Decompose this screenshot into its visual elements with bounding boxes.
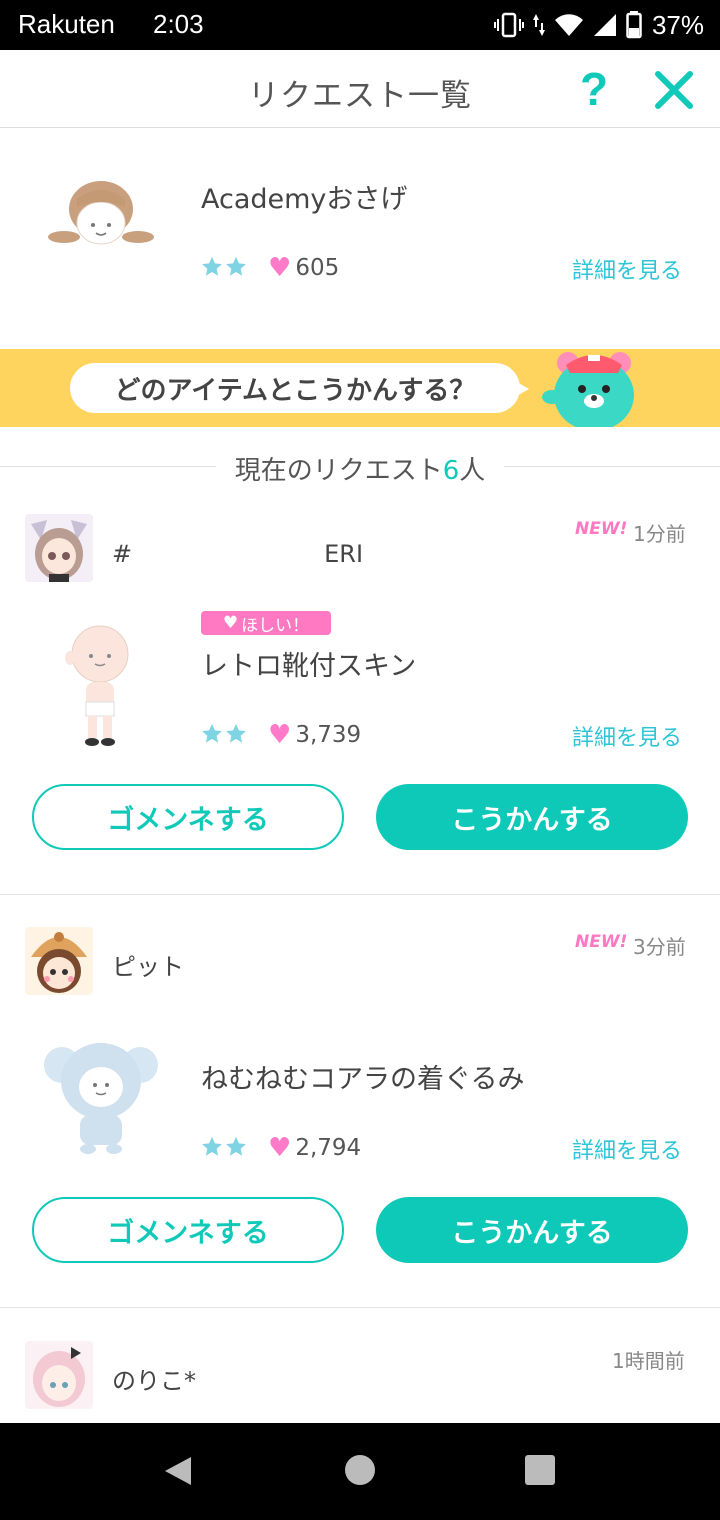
rarity-stars xyxy=(201,256,247,278)
like-count: ♥ 3,739 xyxy=(268,720,361,750)
title-suffix: 人 xyxy=(459,456,486,486)
skin-item-image xyxy=(65,625,129,746)
heart-icon: ♥ xyxy=(268,1133,292,1163)
wifi-icon xyxy=(554,14,583,36)
title-prefix: 現在のリクエスト xyxy=(234,456,443,486)
data-arrows-icon xyxy=(532,14,545,36)
speech-bubble: どのアイテムとこうかんする？ xyxy=(70,363,520,413)
details-link[interactable]: 詳細を見る xyxy=(572,253,682,285)
like-count-value: 3,739 xyxy=(295,722,362,748)
heart-icon: ♥ xyxy=(268,720,292,750)
time-ago: 1時間前 xyxy=(612,1349,685,1373)
time-ago: 3分前 xyxy=(633,935,686,959)
decline-button[interactable]: ゴメンネする xyxy=(32,784,344,850)
clock: 2:03 xyxy=(153,9,204,39)
avatar[interactable] xyxy=(25,927,93,995)
want-label: ほしい！ xyxy=(241,615,310,636)
star-icon xyxy=(226,1136,246,1156)
star-icon xyxy=(202,256,222,276)
avatar[interactable] xyxy=(25,1341,93,1409)
signal-icon xyxy=(593,14,616,36)
request-card: # ERI NEW! 1分前 ♥ ほしい！ レトロ靴付スキン ♥ 3,739 詳… xyxy=(0,514,720,894)
rarity-stars xyxy=(201,723,247,745)
request-count: 6 xyxy=(442,456,460,486)
request-card: ピット NEW! 3分前 ねむねむコアラの着ぐるみ ♥ 2,794 詳細を見る … xyxy=(0,927,720,1307)
exchange-button[interactable]: こうかんする xyxy=(376,1197,688,1263)
new-badge: NEW! xyxy=(575,932,628,952)
card-divider xyxy=(0,1307,720,1308)
status-icons: 37% xyxy=(493,8,704,42)
bubble-tail xyxy=(515,381,529,397)
status-bar: Rakuten 2:03 37% xyxy=(0,0,720,50)
avatar[interactable] xyxy=(25,514,93,582)
item-name: Academyおさげ xyxy=(201,184,408,215)
like-count: ♥ 2,794 xyxy=(268,1133,361,1163)
koala-costume-image xyxy=(44,1043,158,1154)
username: # ERI xyxy=(112,540,364,568)
star-icon xyxy=(226,723,246,743)
decline-button[interactable]: ゴメンネする xyxy=(32,1197,344,1263)
exchange-button[interactable]: こうかんする xyxy=(376,784,688,850)
like-count-value: 605 xyxy=(295,255,340,281)
close-icon[interactable] xyxy=(652,68,696,112)
item-name: レトロ靴付スキン xyxy=(201,651,417,682)
bear-mascot-icon xyxy=(542,352,634,427)
battery-icon xyxy=(626,11,642,39)
heart-icon: ♥ xyxy=(268,253,292,283)
hair-item-image xyxy=(48,181,154,245)
help-button[interactable]: ? xyxy=(572,64,616,114)
want-tag: ♥ ほしい！ xyxy=(201,611,331,636)
like-count-value: 2,794 xyxy=(295,1135,362,1161)
back-icon[interactable] xyxy=(163,1455,193,1487)
carrier-label: Rakuten xyxy=(18,9,115,39)
details-link[interactable]: 詳細を見る xyxy=(572,720,682,752)
username: ピット xyxy=(112,953,184,981)
username: のりこ* xyxy=(112,1367,196,1395)
like-count: ♥ 605 xyxy=(268,253,339,283)
battery-percent: 37% xyxy=(651,9,704,40)
header: リクエスト一覧 ? xyxy=(0,50,720,128)
card-divider xyxy=(0,894,720,895)
prompt-banner: どのアイテムとこうかんする？ xyxy=(0,349,720,427)
item-name: ねむねむコアラの着ぐるみ xyxy=(201,1064,525,1095)
home-icon[interactable] xyxy=(345,1455,375,1485)
star-icon xyxy=(202,723,222,743)
star-icon xyxy=(202,1136,222,1156)
heart-icon: ♥ xyxy=(222,613,239,633)
time-ago: 1分前 xyxy=(633,522,686,546)
star-icon xyxy=(226,256,246,276)
details-link[interactable]: 詳細を見る xyxy=(572,1133,682,1165)
new-badge: NEW! xyxy=(575,519,628,539)
vibrate-icon xyxy=(493,12,524,38)
section-heading: 現在のリクエスト6人 xyxy=(0,438,720,494)
request-card: のりこ* 1時間前 xyxy=(0,1341,720,1423)
rarity-stars xyxy=(201,1136,247,1158)
request-count-title: 現在のリクエスト6人 xyxy=(0,450,720,487)
recents-icon[interactable] xyxy=(525,1455,555,1485)
item-summary: Academyおさげ ♥ 605 詳細を見る xyxy=(0,129,720,349)
system-nav-bar xyxy=(0,1423,720,1520)
